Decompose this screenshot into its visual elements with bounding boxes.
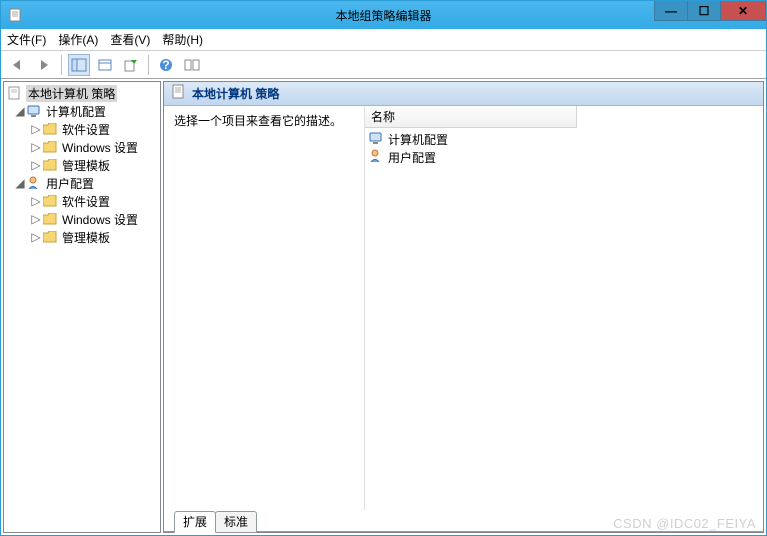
expander-expand-icon[interactable]: ▷ (30, 212, 42, 226)
tree-root[interactable]: 本地计算机 策略 (4, 84, 160, 102)
tree-windows-settings[interactable]: ▷ Windows 设置 (4, 210, 160, 228)
folder-icon (42, 211, 58, 227)
tree-panel[interactable]: 本地计算机 策略 ◢ 计算机配置 ▷ 软件设置 ▷ Windows 设置 ▷ 管… (3, 81, 161, 533)
list-column: 名称 计算机配置 用户配置 (364, 106, 763, 510)
user-icon (369, 149, 384, 166)
toolbar: ? (1, 51, 766, 79)
menu-action[interactable]: 操作(A) (58, 31, 98, 48)
minimize-button[interactable]: — (654, 1, 688, 21)
folder-icon (42, 121, 58, 137)
list-item-computer[interactable]: 计算机配置 (365, 130, 763, 148)
tree-label: Windows 设置 (62, 211, 138, 228)
tree-label: 计算机配置 (46, 103, 106, 120)
expander-expand-icon[interactable]: ▷ (30, 194, 42, 208)
menu-file[interactable]: 文件(F) (7, 31, 46, 48)
list-item-label: 计算机配置 (388, 131, 448, 148)
expander-expand-icon[interactable]: ▷ (30, 230, 42, 244)
user-icon (26, 175, 42, 191)
computer-icon (26, 103, 42, 119)
folder-icon (42, 193, 58, 209)
description-column: 选择一个项目来查看它的描述。 (164, 106, 364, 510)
window-title: 本地组策略编辑器 (335, 7, 431, 24)
column-header-name[interactable]: 名称 (365, 106, 577, 128)
back-icon[interactable] (7, 54, 29, 76)
tree-root-label: 本地计算机 策略 (26, 85, 117, 102)
expander-expand-icon[interactable]: ▷ (30, 158, 42, 172)
tab-extended[interactable]: 扩展 (174, 511, 216, 533)
list-item-label: 用户配置 (388, 149, 436, 166)
show-tree-icon[interactable] (68, 54, 90, 76)
tree-software-settings[interactable]: ▷ 软件设置 (4, 192, 160, 210)
toolbar-separator (61, 55, 62, 75)
computer-icon (369, 131, 384, 148)
tabs-row: 扩展 标准 (164, 510, 763, 532)
tree-windows-settings[interactable]: ▷ Windows 设置 (4, 138, 160, 156)
expander-expand-icon[interactable]: ▷ (30, 122, 42, 136)
expander-collapse-icon[interactable]: ◢ (14, 176, 26, 190)
svg-text:?: ? (162, 58, 169, 72)
policy-icon (170, 84, 186, 103)
tree-label: 软件设置 (62, 193, 110, 210)
tree-software-settings[interactable]: ▷ 软件设置 (4, 120, 160, 138)
tree-label: 管理模板 (62, 157, 110, 174)
detail-body: 选择一个项目来查看它的描述。 名称 计算机配置 用户配置 (164, 106, 763, 510)
tree-label: 用户配置 (46, 175, 94, 192)
view-mode-icon[interactable] (181, 54, 203, 76)
close-button[interactable]: ✕ (720, 1, 766, 21)
description-text: 选择一个项目来查看它的描述。 (174, 114, 342, 128)
folder-icon (42, 157, 58, 173)
expander-collapse-icon[interactable]: ◢ (14, 104, 26, 118)
window-controls: — ☐ ✕ (655, 1, 766, 21)
titlebar[interactable]: 本地组策略编辑器 — ☐ ✕ (1, 1, 766, 29)
detail-panel: 本地计算机 策略 选择一个项目来查看它的描述。 名称 计算机配置 (163, 81, 764, 533)
tree-user-config[interactable]: ◢ 用户配置 (4, 174, 160, 192)
toolbar-separator (148, 55, 149, 75)
policy-icon (6, 85, 22, 101)
maximize-button[interactable]: ☐ (687, 1, 721, 21)
tree-admin-templates[interactable]: ▷ 管理模板 (4, 156, 160, 174)
body-area: 本地计算机 策略 ◢ 计算机配置 ▷ 软件设置 ▷ Windows 设置 ▷ 管… (1, 79, 766, 535)
app-window: 本地组策略编辑器 — ☐ ✕ 文件(F) 操作(A) 查看(V) 帮助(H) ?… (0, 0, 767, 536)
export-icon[interactable] (120, 54, 142, 76)
folder-icon (42, 139, 58, 155)
folder-icon (42, 229, 58, 245)
tree-admin-templates[interactable]: ▷ 管理模板 (4, 228, 160, 246)
menubar: 文件(F) 操作(A) 查看(V) 帮助(H) (1, 29, 766, 51)
tree-label: 管理模板 (62, 229, 110, 246)
app-icon (7, 7, 23, 23)
tree-computer-config[interactable]: ◢ 计算机配置 (4, 102, 160, 120)
detail-title: 本地计算机 策略 (192, 85, 279, 102)
detail-header: 本地计算机 策略 (164, 82, 763, 106)
menu-view[interactable]: 查看(V) (110, 31, 150, 48)
properties-icon[interactable] (94, 54, 116, 76)
expander-expand-icon[interactable]: ▷ (30, 140, 42, 154)
tree-label: Windows 设置 (62, 139, 138, 156)
forward-icon[interactable] (33, 54, 55, 76)
tree-label: 软件设置 (62, 121, 110, 138)
help-icon[interactable]: ? (155, 54, 177, 76)
list-items: 计算机配置 用户配置 (365, 128, 763, 168)
menu-help[interactable]: 帮助(H) (162, 31, 203, 48)
list-item-user[interactable]: 用户配置 (365, 148, 763, 166)
tab-standard[interactable]: 标准 (215, 511, 257, 533)
